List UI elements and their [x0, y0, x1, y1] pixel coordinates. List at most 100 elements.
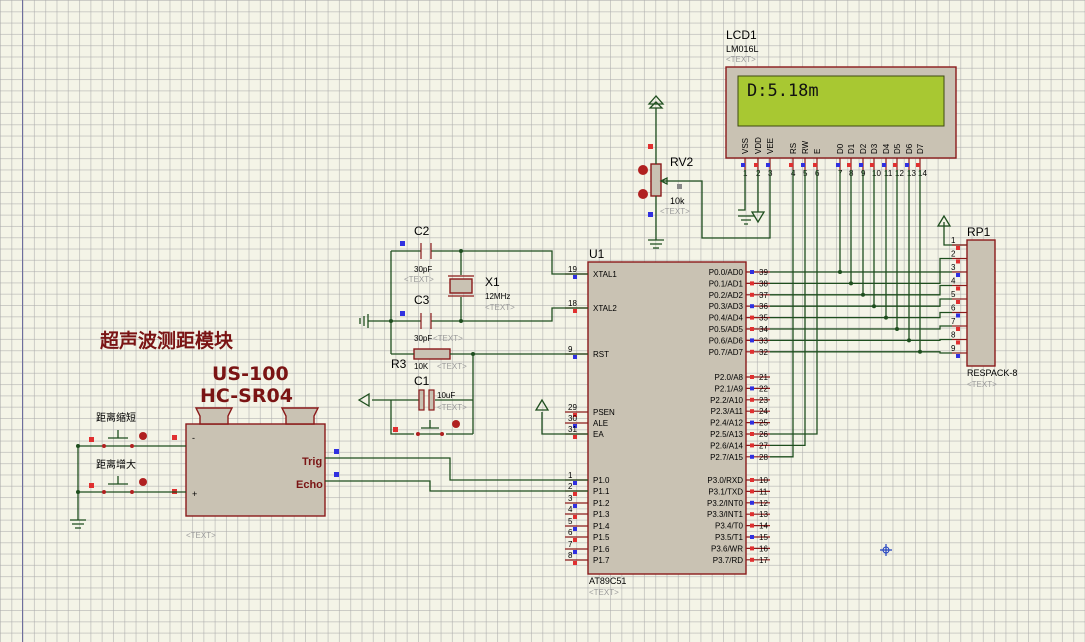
rp1-pin-number: 2: [951, 250, 956, 259]
pin-marker: [573, 527, 577, 531]
lcd-pin-label: D0: [836, 143, 845, 154]
u1-pin-label: PSEN: [593, 408, 615, 417]
schematic-drawing[interactable]: LCD1 LM016L <TEXT> D:5.18m VSS1VDD2VEE3R…: [0, 0, 1085, 642]
button-longer-icon[interactable]: [104, 476, 132, 493]
junction-dot: [895, 327, 899, 331]
module-name-us100: US-100: [212, 363, 289, 385]
u1-pin-label: P0.5/AD5: [709, 325, 744, 334]
power-terminal-icon: [648, 101, 664, 109]
p0-data-wire: [770, 170, 952, 273]
u1-pin-number: 37: [759, 291, 768, 300]
u1-pin-label: P3.3/INT1: [707, 510, 744, 519]
pin-marker: [750, 557, 754, 562]
ground-icon: [648, 239, 664, 249]
x1-text-placeholder: <TEXT>: [485, 303, 515, 312]
ultrasonic-module[interactable]: 超声波测距模块 US-100 HC-SR04 - + Trig Echo <TE…: [99, 329, 588, 540]
button-shorter-label: 距离缩短: [96, 411, 136, 424]
u1-pin-label: P3.1/TXD: [708, 487, 743, 496]
button-shorter-icon[interactable]: [104, 430, 132, 447]
pin-marker: [750, 432, 754, 436]
u1-pin-label: P2.3/A11: [711, 407, 744, 416]
u1-ref: U1: [589, 247, 605, 261]
pin-marker: [789, 163, 793, 167]
u1-pin-label: XTAL2: [593, 304, 617, 313]
pin-marker: [754, 163, 758, 167]
junction-dot: [861, 292, 865, 297]
pin-marker: [573, 550, 577, 554]
junction-dot: [76, 490, 80, 494]
junction-dot: [838, 270, 842, 274]
oscillator-circuit[interactable]: C2 30pF <TEXT> C3 30pF <TEXT> X1 12MHz <…: [359, 224, 588, 354]
rv2-probe-bottom: [638, 189, 648, 199]
p0-data-wire: [770, 170, 952, 342]
pin-marker: [882, 163, 886, 167]
u1-pin-label: RST: [593, 350, 609, 359]
pin-marker: [750, 478, 754, 482]
pin-marker: [956, 286, 960, 291]
x1-crystal-icon: [449, 278, 473, 294]
rp1-respack[interactable]: RP1 RESPACK-8 <TEXT> 1 2 3 4 5 6 7 8 9: [936, 214, 1017, 389]
pin-marker: [89, 483, 94, 488]
module-name-hcsr04: HC-SR04: [200, 385, 293, 407]
pin-marker: [750, 489, 754, 494]
u1-pin-number: 14: [759, 522, 768, 531]
x1-value: 12MHz: [485, 292, 510, 301]
pin-marker: [89, 437, 94, 442]
rp1-pin-number: 9: [951, 344, 956, 353]
u1-pin-label: P3.0/RXD: [707, 476, 743, 485]
u1-pin-number: 1: [568, 471, 573, 480]
distance-buttons[interactable]: 距离缩短 距离增大: [70, 411, 186, 529]
junction-dot: [389, 319, 393, 323]
u1-pin-label: P3.7/RD: [713, 556, 743, 565]
u1-pin-label: P0.6/AD6: [709, 336, 744, 345]
pin-marker: [801, 163, 805, 167]
sensor-minus: -: [192, 433, 195, 443]
lcd-pin-number: 11: [884, 169, 893, 178]
lcd-pin-label: D5: [893, 143, 902, 154]
rp1-pin-number: 4: [951, 277, 956, 286]
button-contact: [416, 432, 420, 436]
u1-pin-number: 39: [759, 268, 768, 277]
sensor-echo-label: Echo: [296, 479, 323, 491]
reset-circuit[interactable]: R3 10K <TEXT> C1 10uF <TEXT>: [357, 348, 588, 436]
rp1-model: RESPACK-8: [967, 368, 1017, 378]
osc-ground-wire: [368, 251, 392, 354]
u1-pin-number: 8: [568, 551, 573, 560]
junction-dot: [849, 281, 853, 286]
lcd-pin-label: E: [813, 149, 822, 154]
u1-pin-number: 33: [759, 336, 768, 345]
c1-value: 10uF: [437, 391, 455, 400]
pin-marker: [750, 420, 754, 425]
pin-marker: [334, 472, 339, 477]
sensor-plus: +: [192, 489, 197, 499]
reset-button-icon[interactable]: [416, 420, 444, 435]
lcd-display-text: D:5.18m: [747, 81, 819, 101]
u1-pin-number: 22: [759, 384, 768, 393]
u1-pin-label: P2.7/A15: [710, 453, 743, 462]
u1-pin-label: P1.2: [593, 499, 610, 508]
pin-marker: [334, 449, 339, 454]
u1-pin-label: P0.4/AD4: [709, 314, 744, 323]
pin-marker: [750, 281, 754, 286]
u1-pin-label: P1.4: [593, 522, 610, 531]
p0-data-wire: [770, 170, 952, 285]
lcd-component[interactable]: LCD1 LM016L <TEXT> D:5.18m VSS1VDD2VEE3R…: [725, 28, 957, 178]
pin-marker: [956, 246, 960, 250]
trig-wire: [325, 457, 588, 481]
pin-marker: [956, 313, 960, 318]
button-probe: [139, 432, 147, 440]
c1-ref: C1: [414, 374, 430, 388]
button-contact: [102, 490, 106, 494]
pin-marker: [573, 309, 577, 313]
transducer-right-icon: [280, 407, 320, 425]
pin-marker: [750, 512, 754, 517]
pin-marker: [677, 184, 682, 189]
u1-microcontroller[interactable]: U1 AT89C51 <TEXT> 19XTAL118XTAL29RST29PS…: [565, 247, 770, 597]
p0-data-wire: [770, 170, 952, 330]
r3-text-placeholder: <TEXT>: [437, 362, 467, 371]
u1-pin-label: P3.6/WR: [711, 544, 743, 553]
u1-pin-number: 35: [759, 314, 768, 323]
c3-value: 30pF: [414, 334, 432, 343]
pin-marker: [648, 144, 653, 149]
pin-marker: [573, 275, 577, 279]
